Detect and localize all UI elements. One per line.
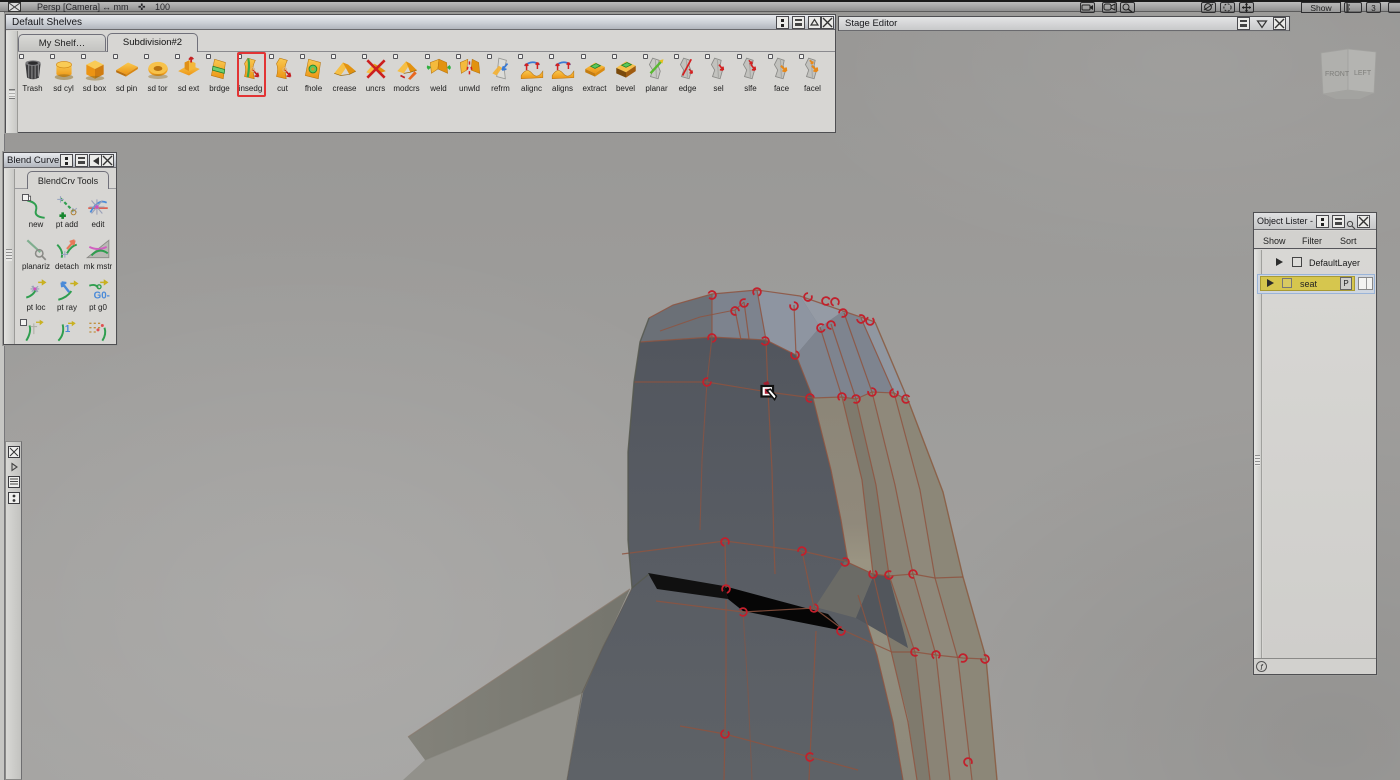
svg-text:LEFT: LEFT [1354,70,1372,77]
svg-text:1: 1 [65,324,71,335]
svg-text:FRONT: FRONT [1325,71,1350,78]
svg-text:G0-: G0- [94,291,110,302]
